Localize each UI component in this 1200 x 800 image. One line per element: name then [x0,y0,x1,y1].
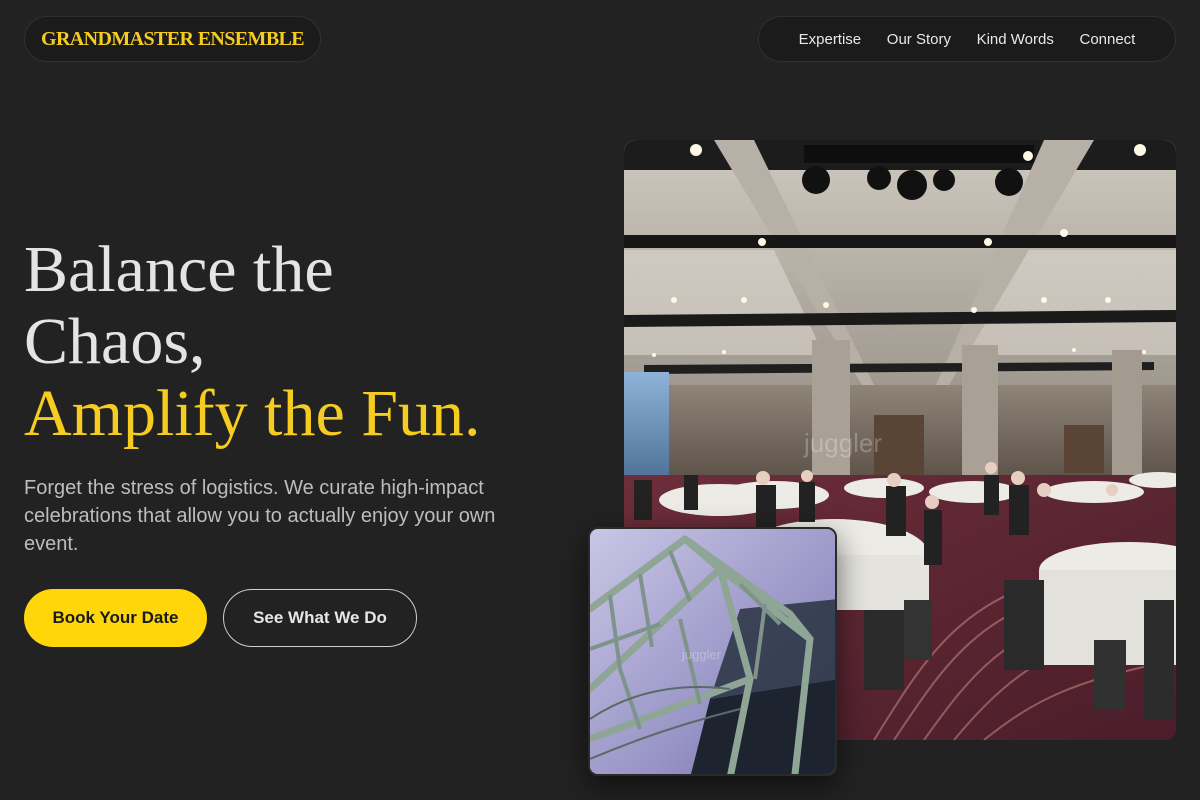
hero-description: Forget the stress of logistics. We curat… [24,477,496,555]
nav-link-expertise[interactable]: Expertise [799,31,862,48]
see-what-we-do-button[interactable]: See What We Do [223,589,417,647]
truss-photo: juggler [588,527,837,776]
logo-pill[interactable]: GRANDMASTER ENSEMBLE [24,16,322,62]
nav-link-our-story[interactable]: Our Story [887,31,951,48]
nav-link-kind-words[interactable]: Kind Words [977,31,1054,48]
hero-title-line-2: Chaos, [24,305,206,378]
hero-title-accent: Amplify the Fun. [24,377,481,450]
logo-text[interactable]: GRANDMASTER ENSEMBLE [41,28,305,51]
hero-title: Balance the Chaos, Amplify the Fun. [24,234,584,450]
nav-link-connect[interactable]: Connect [1079,31,1135,48]
main-nav: Expertise Our Story Kind Words Connect [758,16,1176,62]
hero-title-line-1: Balance the [24,233,334,306]
svg-text:juggler: juggler [803,428,882,458]
svg-text:juggler: juggler [681,647,722,662]
book-your-date-button[interactable]: Book Your Date [24,589,207,647]
